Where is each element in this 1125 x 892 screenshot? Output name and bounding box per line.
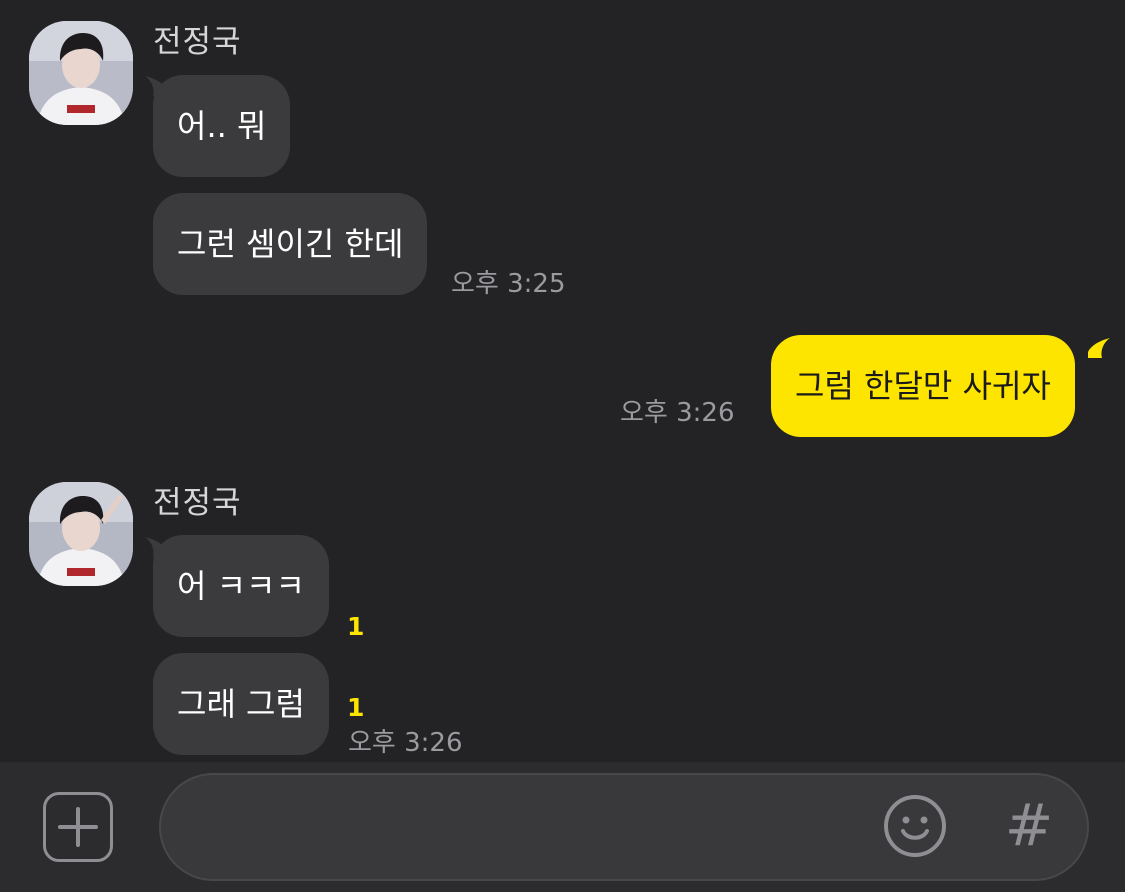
my-message-bubble[interactable]: 그럼 한달만 사귀자 <box>771 335 1075 437</box>
avatar[interactable] <box>29 21 133 125</box>
plus-icon <box>58 807 98 847</box>
emoji-button[interactable] <box>883 794 947 858</box>
avatar[interactable] <box>29 482 133 586</box>
sender-name: 전정국 <box>153 24 242 60</box>
message-bubble[interactable]: 그래 그럼 <box>153 653 329 755</box>
message-timestamp: 오후 3:25 <box>451 269 566 299</box>
message-input[interactable] <box>159 773 1089 881</box>
message-bubble[interactable]: 그런 셈이긴 한데 <box>153 193 428 295</box>
sender-name: 전정국 <box>153 485 242 521</box>
message-bubble[interactable]: 어.. 뭐 <box>153 75 291 177</box>
attach-button[interactable] <box>43 792 113 862</box>
hashtag-button[interactable]: # <box>1004 795 1054 855</box>
message-timestamp: 오후 3:26 <box>348 728 463 758</box>
unread-count: 1 <box>347 693 365 722</box>
smiley-icon <box>884 795 946 857</box>
profile-photo <box>29 482 133 586</box>
message-timestamp: 오후 3:26 <box>620 398 735 428</box>
message-bubble[interactable]: 어 ㅋㅋㅋ <box>153 535 329 637</box>
bubble-tail <box>1088 338 1110 358</box>
unread-count: 1 <box>347 612 365 641</box>
profile-photo <box>29 21 133 125</box>
